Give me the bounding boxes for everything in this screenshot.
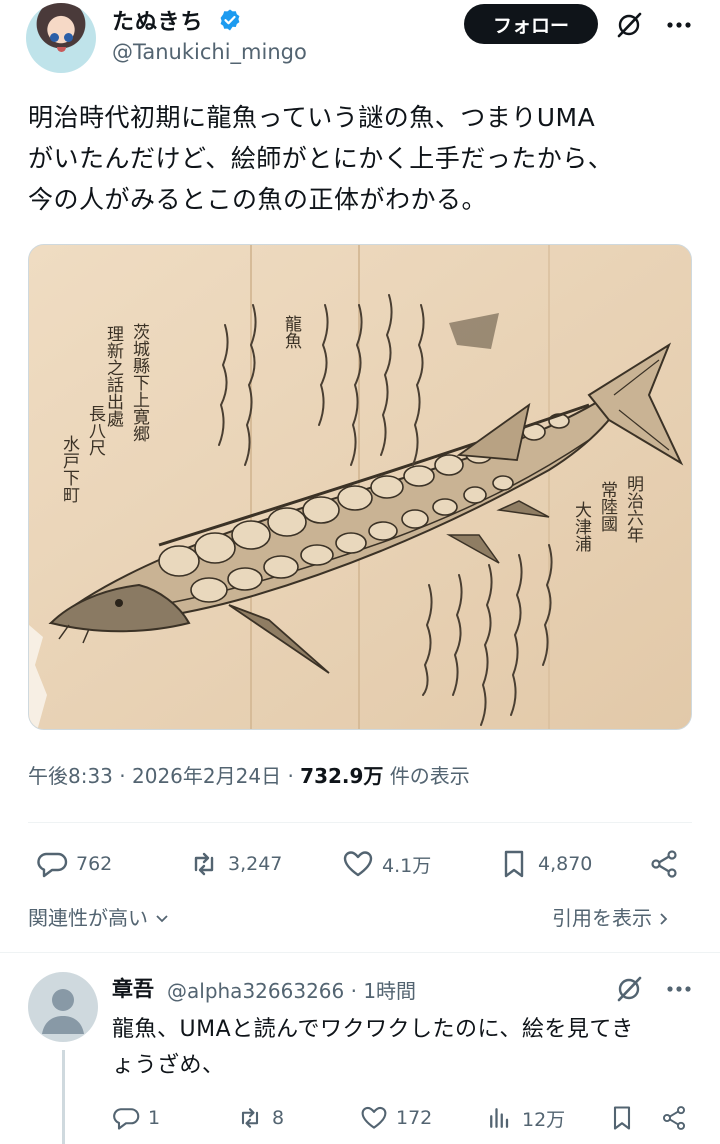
reply-count: 762 — [76, 853, 113, 875]
meta-separator: · — [119, 764, 126, 788]
grok-icon[interactable] — [614, 974, 644, 1004]
bookmark-icon — [613, 1106, 631, 1130]
repost-icon — [241, 1108, 259, 1128]
tweet-text-line: 今の人がみるとこの魚の正体がわかる。 — [28, 185, 488, 214]
tweet-meta: 午後8:33 · 2026年2月24日 · 732.9万 件の表示 — [28, 760, 470, 789]
reply-button[interactable]: 762 — [36, 844, 112, 884]
tweet-text: 明治時代初期に龍魚っていう謎の魚、つまりUMA がいたんだけど、絵師がとにかく上… — [28, 97, 698, 220]
reply-icon — [37, 852, 68, 878]
share-button[interactable] — [648, 844, 688, 884]
bookmark-icon — [504, 850, 524, 878]
calligraphy-col: 茨城縣下上寛郷 — [129, 323, 150, 442]
quotes-label: 引用を表示 — [552, 906, 652, 930]
reply-author-name[interactable]: 章吾 — [112, 973, 154, 1003]
reply-avatar[interactable] — [28, 972, 98, 1042]
reply-time[interactable]: 1時間 — [363, 979, 416, 1003]
author-avatar[interactable] — [26, 3, 96, 73]
reply-share-button[interactable] — [660, 1100, 696, 1136]
tweet-date[interactable]: 2026年2月24日 — [132, 764, 281, 788]
calligraphy-col: 明治六年 — [623, 475, 644, 543]
reply-author-meta: @alpha32663266 · 1時間 — [167, 975, 416, 1004]
like-icon — [343, 851, 373, 877]
thread-line — [62, 1050, 65, 1144]
fish-illustration: 茨城縣下上寛郷 理新之話出處 長八尺 水戸下町 龍魚 常陸國 大津浦 明治六年 — [29, 245, 691, 729]
tweet-image[interactable]: 茨城縣下上寛郷 理新之話出處 長八尺 水戸下町 龍魚 常陸國 大津浦 明治六年 — [28, 244, 692, 730]
reply-text-line: ょうざめ、 — [112, 1053, 225, 1078]
views-count: 732.9万 — [300, 764, 384, 788]
divider — [0, 952, 720, 953]
avatar-eye — [50, 33, 59, 42]
reply-text-line: 龍魚、UMAと読んでワクワクしたのに、絵を見てき — [112, 1017, 634, 1042]
calligraphy-col: 大津浦 — [571, 501, 592, 553]
calligraphy-col: 理新之話出處 — [103, 325, 124, 428]
tweet-time[interactable]: 午後8:33 — [28, 764, 113, 788]
sort-label: 関連性が高い — [28, 906, 148, 930]
calligraphy-col: 長八尺 — [85, 405, 106, 456]
grok-icon[interactable] — [614, 10, 644, 40]
author-name[interactable]: たぬきち — [112, 4, 204, 36]
views-icon — [490, 1108, 509, 1128]
views-label: 件の表示 — [389, 764, 470, 788]
like-button[interactable]: 4.1万 — [342, 844, 431, 884]
like-count: 4.1万 — [382, 854, 432, 877]
repost-button[interactable]: 3,247 — [188, 844, 282, 884]
reply-icon — [113, 1108, 140, 1130]
avatar-eye — [64, 33, 73, 42]
avatar-mouth — [57, 47, 66, 52]
like-icon — [361, 1106, 387, 1129]
views-count: 12万 — [522, 1108, 566, 1131]
reply-bookmark-button[interactable] — [608, 1100, 644, 1136]
divider — [28, 822, 692, 823]
reply-author-handle[interactable]: @alpha32663266 — [167, 979, 344, 1003]
reply-count: 1 — [148, 1107, 161, 1129]
bookmark-count: 4,870 — [538, 853, 593, 875]
more-icon[interactable] — [664, 10, 694, 40]
calligraphy-col: 常陸國 — [597, 481, 617, 532]
repost-count: 3,247 — [228, 853, 283, 875]
reply-repost-button[interactable]: 8 — [236, 1100, 284, 1136]
reply-text: 龍魚、UMAと読んでワクワクしたのに、絵を見てき ょうざめ、 — [112, 1012, 702, 1084]
verified-badge-icon — [220, 9, 240, 31]
reply-views-button[interactable]: 12万 — [486, 1100, 565, 1136]
reply-like-button[interactable]: 172 — [360, 1100, 432, 1136]
author-handle[interactable]: @Tanukichi_mingo — [112, 40, 307, 64]
meta-separator: · — [287, 764, 294, 788]
share-icon — [662, 1106, 686, 1130]
tweet-text-line: 明治時代初期に龍魚っていう謎の魚、つまりUMA — [28, 103, 596, 132]
chevron-down-icon — [156, 915, 168, 923]
share-icon — [651, 850, 677, 878]
view-quotes-link[interactable]: 引用を表示 — [552, 902, 670, 931]
repost-count: 8 — [272, 1107, 285, 1129]
tweet-text-line: がいたんだけど、絵師がとにかく上手だったから、 — [28, 144, 614, 173]
meta-separator: · — [350, 979, 357, 1003]
calligraphy-col: 水戸下町 — [59, 435, 80, 503]
bookmark-button[interactable]: 4,870 — [498, 844, 592, 884]
calligraphy-col: 龍魚 — [281, 315, 302, 349]
like-count: 172 — [396, 1107, 433, 1129]
default-avatar-icon — [42, 989, 84, 1034]
follow-button[interactable]: フォロー — [464, 4, 598, 44]
sort-relevance-dropdown[interactable]: 関連性が高い — [28, 902, 170, 931]
repost-icon — [194, 852, 214, 876]
reply-reply-button[interactable]: 1 — [112, 1100, 160, 1136]
chevron-right-icon — [660, 913, 668, 925]
more-icon[interactable] — [664, 974, 694, 1004]
